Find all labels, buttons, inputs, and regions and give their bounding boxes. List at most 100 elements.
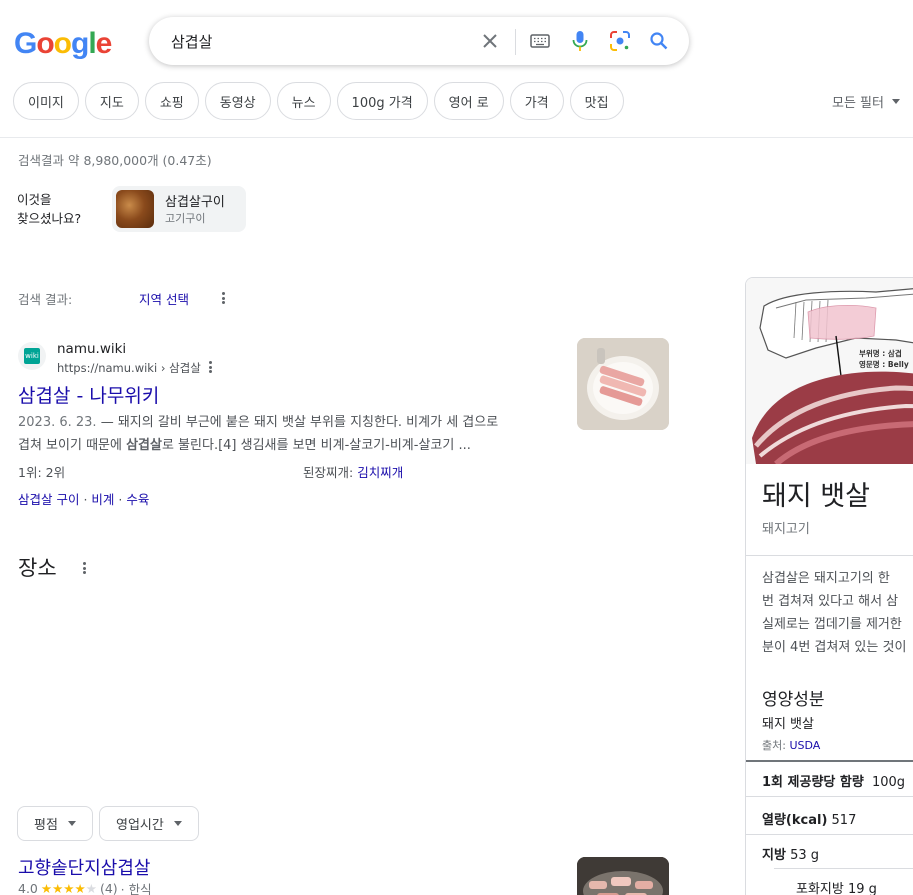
sitelinks: 삼겹살 구이 · 비계 · 수육 bbox=[18, 489, 149, 508]
place-rating: 4.0 bbox=[18, 881, 38, 895]
place-thumbnail[interactable] bbox=[577, 857, 669, 895]
microphone-icon[interactable] bbox=[568, 29, 592, 53]
sitelink[interactable]: 비계 bbox=[91, 492, 114, 507]
result-snippet: 2023. 6. 23. — 돼지의 갈비 부근에 붙은 돼지 뱃살 부위를 지… bbox=[18, 411, 566, 457]
divider bbox=[746, 760, 913, 762]
divider bbox=[746, 555, 913, 556]
did-you-mean-subtitle: 고기구이 bbox=[165, 212, 206, 225]
calories-value: 517 bbox=[831, 813, 857, 828]
keyboard-icon[interactable] bbox=[528, 29, 552, 53]
sitelink[interactable]: 수육 bbox=[126, 492, 149, 507]
divider bbox=[774, 868, 913, 869]
image-label-1: 부위명 : 삼겹 bbox=[859, 348, 902, 358]
did-you-mean-line1: 이것을 bbox=[17, 192, 52, 207]
calories-label: 열량(kcal) bbox=[762, 813, 828, 828]
snippet-text: — 돼지의 갈비 부근에 붙은 돼지 뱃살 부위를 지칭한다. 비계가 세 겹으… bbox=[96, 415, 499, 430]
site-url[interactable]: https://namu.wiki › 삼겹살 bbox=[57, 360, 201, 376]
logo-letter: l bbox=[88, 27, 96, 60]
more-options-icon[interactable] bbox=[218, 290, 228, 306]
search-icon[interactable] bbox=[647, 29, 671, 53]
chip-price[interactable]: 가격 bbox=[509, 82, 564, 120]
description-line: 분이 4번 겹쳐져 있는 것이 bbox=[762, 640, 907, 655]
chip-images[interactable]: 이미지 bbox=[13, 82, 79, 120]
subline-label: 된장찌개: bbox=[303, 465, 358, 480]
chip-maps[interactable]: 지도 bbox=[84, 82, 139, 120]
did-you-mean-line2: 찾으셨나요? bbox=[17, 211, 82, 226]
description-line: 번 겹쳐져 있다고 해서 삼 bbox=[762, 594, 899, 609]
chip-100g-price[interactable]: 100g 가격 bbox=[336, 82, 428, 120]
places-more-icon[interactable] bbox=[79, 560, 89, 576]
google-logo[interactable]: Google bbox=[14, 27, 113, 61]
results-label: 검색 결과: bbox=[18, 292, 73, 307]
chip-restaurants[interactable]: 맛집 bbox=[569, 82, 624, 120]
serving-label: 1회 제공량당 함량 bbox=[762, 775, 864, 790]
nutrition-serving-row: 1회 제공량당 함량 100g bbox=[762, 771, 905, 790]
snippet-bold: 삼겹살 bbox=[126, 438, 162, 453]
description-line: 실제로는 껍데기를 제거한 bbox=[762, 617, 902, 632]
nutrition-calories-row: 열량(kcal) 517 bbox=[762, 809, 856, 828]
knowledge-panel: 부위명 : 삼겹 영문명 : Belly 돼지 뱃살 돼지고기 삼겹살은 돼지고… bbox=[745, 277, 913, 895]
sitelink[interactable]: 삼겹살 구이 bbox=[18, 492, 79, 507]
rating-filter-label: 평점 bbox=[34, 818, 58, 833]
knowledge-panel-subtitle: 돼지고기 bbox=[762, 522, 810, 537]
result-thumbnail[interactable] bbox=[577, 338, 669, 430]
all-filters-button[interactable]: 모든 필터 bbox=[832, 92, 900, 111]
fat-label: 지방 bbox=[762, 848, 786, 863]
description-line: 삼겹살은 돼지고기의 한 bbox=[762, 571, 890, 586]
nutrition-subject: 돼지 뱃살 bbox=[762, 717, 814, 732]
sat-fat-label: 포화지방 bbox=[796, 882, 844, 895]
logo-letter: e bbox=[95, 27, 113, 60]
search-chips: 이미지 지도 쇼핑 동영상 뉴스 100g 가격 영어 로 가격 맛집 bbox=[13, 82, 624, 120]
clear-icon[interactable] bbox=[478, 29, 502, 53]
sitelink-separator: · bbox=[114, 492, 127, 507]
source-link[interactable]: USDA bbox=[789, 739, 820, 752]
chip-english[interactable]: 영어 로 bbox=[433, 82, 504, 120]
nutrition-fat-row: 지방 53 g bbox=[762, 844, 819, 863]
knowledge-panel-description: 삼겹살은 돼지고기의 한 번 겹쳐져 있다고 해서 삼 실제로는 껍데기를 제거… bbox=[762, 567, 913, 659]
site-name[interactable]: namu.wiki bbox=[57, 341, 126, 357]
header-divider bbox=[0, 137, 913, 138]
sat-fat-value: 19 g bbox=[847, 882, 877, 895]
did-you-mean-label: 이것을 찾으셨나요? bbox=[17, 190, 81, 228]
hours-filter-button[interactable]: 영업시간 bbox=[99, 806, 199, 841]
snippet-text: 겹쳐 보이기 때문에 bbox=[18, 438, 127, 453]
logo-letter: g bbox=[71, 27, 89, 60]
star-rating-icon: ★★★★★ bbox=[40, 881, 97, 895]
place-name-link[interactable]: 고향솥단지삼겹살 bbox=[18, 854, 150, 880]
rating-filter-button[interactable]: 평점 bbox=[17, 806, 93, 841]
source-label: 출처: bbox=[762, 739, 790, 752]
place-meta: 4.0 ★★★★★ (4) · 한식 bbox=[18, 879, 152, 895]
fat-value: 53 g bbox=[790, 848, 819, 863]
chevron-down-icon bbox=[67, 821, 76, 826]
knowledge-panel-image[interactable]: 부위명 : 삼겹 영문명 : Belly bbox=[746, 278, 913, 464]
region-select-link[interactable]: 지역 선택 bbox=[139, 289, 189, 308]
search-box[interactable]: 삼겹살 bbox=[149, 17, 689, 65]
serving-value[interactable]: 100g bbox=[872, 775, 905, 790]
chevron-down-icon bbox=[891, 99, 900, 104]
search-divider bbox=[515, 29, 516, 55]
result-subline-right: 된장찌개: 김치찌개 bbox=[303, 462, 403, 481]
result-stats: 검색결과 약 8,980,000개 (0.47초) bbox=[18, 153, 212, 168]
nutrition-source: 출처: USDA bbox=[762, 737, 820, 753]
logo-letter: G bbox=[14, 27, 37, 60]
divider bbox=[746, 796, 913, 797]
did-you-mean-card[interactable]: 삼겹살구이 고기구이 bbox=[112, 186, 246, 232]
logo-letter: o bbox=[36, 27, 54, 60]
chip-news[interactable]: 뉴스 bbox=[276, 82, 331, 120]
nutrition-sat-fat-row: 포화지방 19 g bbox=[796, 878, 877, 895]
result-more-icon[interactable] bbox=[205, 359, 215, 375]
subline-link[interactable]: 김치찌개 bbox=[357, 465, 403, 480]
site-favicon-icon[interactable]: wiki bbox=[18, 342, 46, 370]
divider bbox=[746, 834, 913, 835]
result-title-link[interactable]: 삼겹살 - 나무위키 bbox=[18, 381, 159, 408]
place-reviews: (4) bbox=[99, 881, 118, 895]
result-subline-left: 1위: 2위 bbox=[18, 465, 66, 480]
did-you-mean-thumbnail bbox=[116, 190, 154, 228]
chip-shopping[interactable]: 쇼핑 bbox=[144, 82, 199, 120]
did-you-mean-title: 삼겹살구이 bbox=[165, 195, 225, 210]
search-input[interactable]: 삼겹살 bbox=[171, 31, 212, 52]
sitelink-separator: · bbox=[79, 492, 92, 507]
camera-lens-icon[interactable] bbox=[608, 29, 632, 53]
image-label-2: 영문명 : Belly bbox=[859, 359, 909, 369]
chip-videos[interactable]: 동영상 bbox=[204, 82, 271, 120]
